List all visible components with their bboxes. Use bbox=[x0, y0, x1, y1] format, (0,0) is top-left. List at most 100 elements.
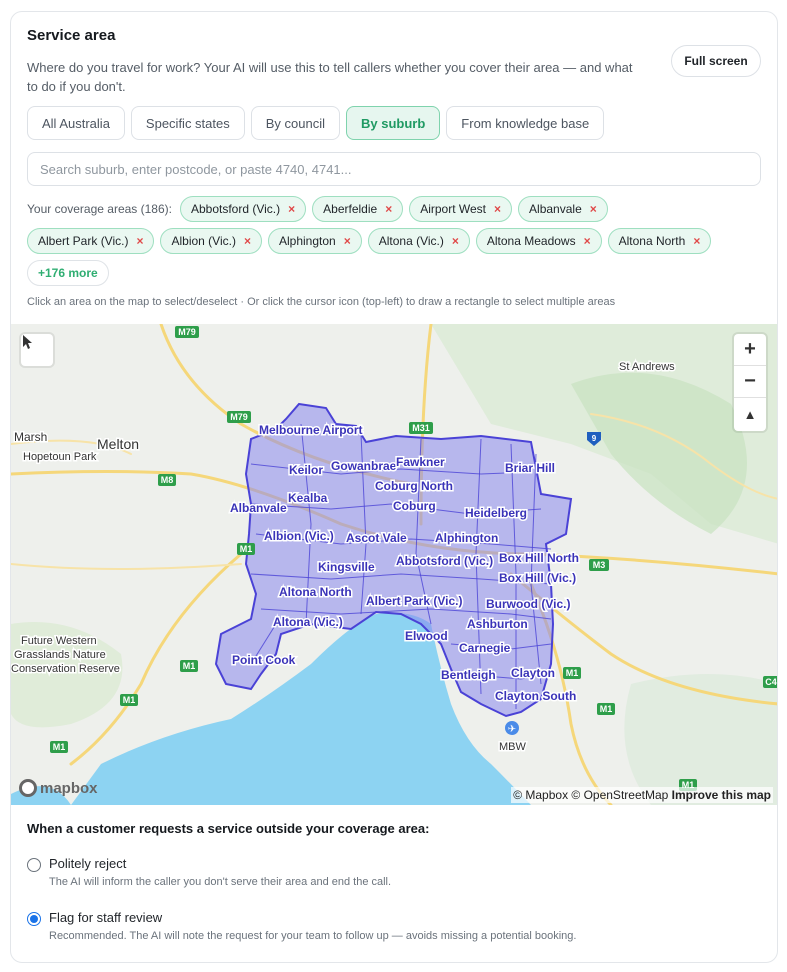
coverage-chip: Albion (Vic.) × bbox=[160, 228, 262, 254]
tab-by-suburb[interactable]: By suburb bbox=[346, 106, 441, 140]
option-label: Flag for staff review bbox=[49, 910, 163, 925]
chip-label: Airport West bbox=[420, 202, 487, 216]
svg-text:Conservation Reserve: Conservation Reserve bbox=[11, 663, 120, 675]
svg-text:MBW: MBW bbox=[499, 741, 527, 753]
svg-text:Albion (Vic.): Albion (Vic.) bbox=[264, 529, 334, 543]
svg-text:Albert Park (Vic.): Albert Park (Vic.) bbox=[366, 594, 462, 608]
svg-text:Keilor: Keilor bbox=[289, 463, 323, 477]
svg-text:Altona (Vic.): Altona (Vic.) bbox=[273, 615, 343, 629]
outside-coverage-title: When a customer requests a service outsi… bbox=[27, 821, 430, 836]
coverage-mode-tabs: All Australia Specific states By council… bbox=[27, 106, 605, 140]
improve-map-link[interactable]: Improve this map bbox=[672, 788, 771, 802]
remove-chip-icon[interactable]: × bbox=[136, 234, 143, 248]
svg-text:M1: M1 bbox=[566, 668, 579, 678]
svg-text:Gowanbrae: Gowanbrae bbox=[331, 459, 397, 473]
coverage-chip: Airport West × bbox=[409, 196, 513, 222]
remove-chip-icon[interactable]: × bbox=[288, 202, 295, 216]
show-more-areas-button[interactable]: +176 more bbox=[27, 260, 109, 286]
remove-chip-icon[interactable]: × bbox=[590, 202, 597, 216]
svg-text:M1: M1 bbox=[240, 544, 253, 554]
svg-text:Burwood (Vic.): Burwood (Vic.) bbox=[486, 597, 570, 611]
chip-label: Altona Meadows bbox=[486, 234, 576, 248]
svg-text:M79: M79 bbox=[230, 412, 248, 422]
svg-text:Ascot Vale: Ascot Vale bbox=[346, 531, 407, 545]
coverage-label: Your coverage areas (186): bbox=[27, 202, 172, 216]
svg-text:Future Western: Future Western bbox=[21, 635, 97, 647]
svg-text:Coburg: Coburg bbox=[393, 499, 436, 513]
chip-label: Altona North bbox=[618, 234, 686, 248]
svg-text:Point Cook: Point Cook bbox=[232, 653, 296, 667]
radio-flag-for-staff-review[interactable] bbox=[27, 912, 41, 926]
map-hint: Click an area on the map to select/desel… bbox=[27, 296, 616, 308]
map-canvas[interactable]: M79 M79 M31 M8 M1 M3 M1 M1 M1 M1 M1 M1 C… bbox=[11, 324, 778, 805]
svg-text:Clayton: Clayton bbox=[511, 666, 555, 680]
svg-text:Altona North: Altona North bbox=[279, 585, 352, 599]
tab-by-council[interactable]: By council bbox=[250, 106, 340, 140]
svg-text:Alphington: Alphington bbox=[435, 531, 498, 545]
coverage-chip: Altona North × bbox=[607, 228, 712, 254]
chip-label: Abbotsford (Vic.) bbox=[190, 202, 281, 216]
svg-text:M31: M31 bbox=[412, 423, 430, 433]
svg-text:C4: C4 bbox=[765, 677, 777, 687]
svg-text:Clayton South: Clayton South bbox=[495, 689, 576, 703]
option-politely-reject[interactable]: Politely reject The AI will inform the c… bbox=[27, 856, 391, 888]
option-flag-for-staff-review[interactable]: Flag for staff review Recommended. The A… bbox=[27, 910, 576, 942]
tab-from-knowledge-base[interactable]: From knowledge base bbox=[446, 106, 605, 140]
coverage-chip: Albert Park (Vic.) × bbox=[27, 228, 155, 254]
radio-politely-reject[interactable] bbox=[27, 858, 41, 872]
suburb-search-input[interactable] bbox=[27, 152, 761, 186]
map-attribution: © Mapbox © OpenStreetMap Improve this ma… bbox=[511, 787, 773, 803]
zoom-out-button[interactable]: − bbox=[734, 366, 766, 398]
remove-chip-icon[interactable]: × bbox=[385, 202, 392, 216]
service-area-card: Service area Where do you travel for wor… bbox=[10, 11, 778, 963]
map-greenery bbox=[624, 674, 777, 805]
remove-chip-icon[interactable]: × bbox=[344, 234, 351, 248]
mapbox-logo-icon bbox=[19, 779, 37, 797]
tab-all-australia[interactable]: All Australia bbox=[27, 106, 125, 140]
coverage-chip: Aberfeldie × bbox=[312, 196, 404, 222]
section-description: Where do you travel for work? Your AI wi… bbox=[27, 60, 633, 94]
svg-text:M1: M1 bbox=[53, 742, 66, 752]
svg-text:Melbourne Airport: Melbourne Airport bbox=[259, 423, 363, 437]
chip-label: Albert Park (Vic.) bbox=[38, 234, 129, 248]
full-screen-button[interactable]: Full screen bbox=[671, 45, 761, 77]
svg-text:M79: M79 bbox=[178, 327, 196, 337]
svg-text:Bentleigh: Bentleigh bbox=[441, 668, 496, 682]
chip-label: Altona (Vic.) bbox=[378, 234, 444, 248]
tab-specific-states[interactable]: Specific states bbox=[130, 106, 245, 140]
mapbox-logo[interactable]: mapbox bbox=[19, 779, 98, 797]
remove-chip-icon[interactable]: × bbox=[452, 234, 459, 248]
svg-text:Briar Hill: Briar Hill bbox=[505, 461, 555, 475]
svg-text:M8: M8 bbox=[161, 475, 174, 485]
compass-button[interactable]: ▲ bbox=[734, 398, 766, 430]
coverage-chip: Altona Meadows × bbox=[475, 228, 602, 254]
zoom-in-button[interactable]: + bbox=[734, 334, 766, 366]
svg-text:Carnegie: Carnegie bbox=[459, 641, 511, 655]
svg-text:Coburg North: Coburg North bbox=[375, 479, 453, 493]
chip-label: Aberfeldie bbox=[323, 202, 378, 216]
coverage-map[interactable]: M79 M79 M31 M8 M1 M3 M1 M1 M1 M1 M1 M1 C… bbox=[11, 324, 778, 805]
svg-text:Elwood: Elwood bbox=[405, 629, 448, 643]
select-cursor-button[interactable] bbox=[21, 334, 53, 366]
chip-label: Albanvale bbox=[529, 202, 582, 216]
svg-text:Box Hill (Vic.): Box Hill (Vic.) bbox=[499, 571, 576, 585]
remove-chip-icon[interactable]: × bbox=[693, 234, 700, 248]
option-description: Recommended. The AI will note the reques… bbox=[49, 930, 577, 942]
svg-text:M3: M3 bbox=[593, 560, 606, 570]
cursor-icon bbox=[23, 335, 32, 349]
mapbox-logo-text: mapbox bbox=[40, 779, 98, 797]
svg-text:Melton: Melton bbox=[97, 436, 139, 452]
section-title: Service area bbox=[27, 27, 116, 44]
coverage-areas: Your coverage areas (186): Abbotsford (V… bbox=[27, 196, 767, 292]
remove-chip-icon[interactable]: × bbox=[494, 202, 501, 216]
svg-text:Marsh: Marsh bbox=[14, 430, 47, 444]
attribution-text[interactable]: © Mapbox © OpenStreetMap bbox=[513, 788, 668, 802]
remove-chip-icon[interactable]: × bbox=[584, 234, 591, 248]
zoom-controls: + − ▲ bbox=[734, 334, 766, 431]
remove-chip-icon[interactable]: × bbox=[244, 234, 251, 248]
svg-text:Box Hill North: Box Hill North bbox=[499, 551, 579, 565]
coverage-chip: Abbotsford (Vic.) × bbox=[179, 196, 307, 222]
svg-text:Grasslands Nature: Grasslands Nature bbox=[14, 649, 106, 661]
svg-text:M1: M1 bbox=[600, 704, 613, 714]
option-description: The AI will inform the caller you don't … bbox=[49, 876, 392, 888]
